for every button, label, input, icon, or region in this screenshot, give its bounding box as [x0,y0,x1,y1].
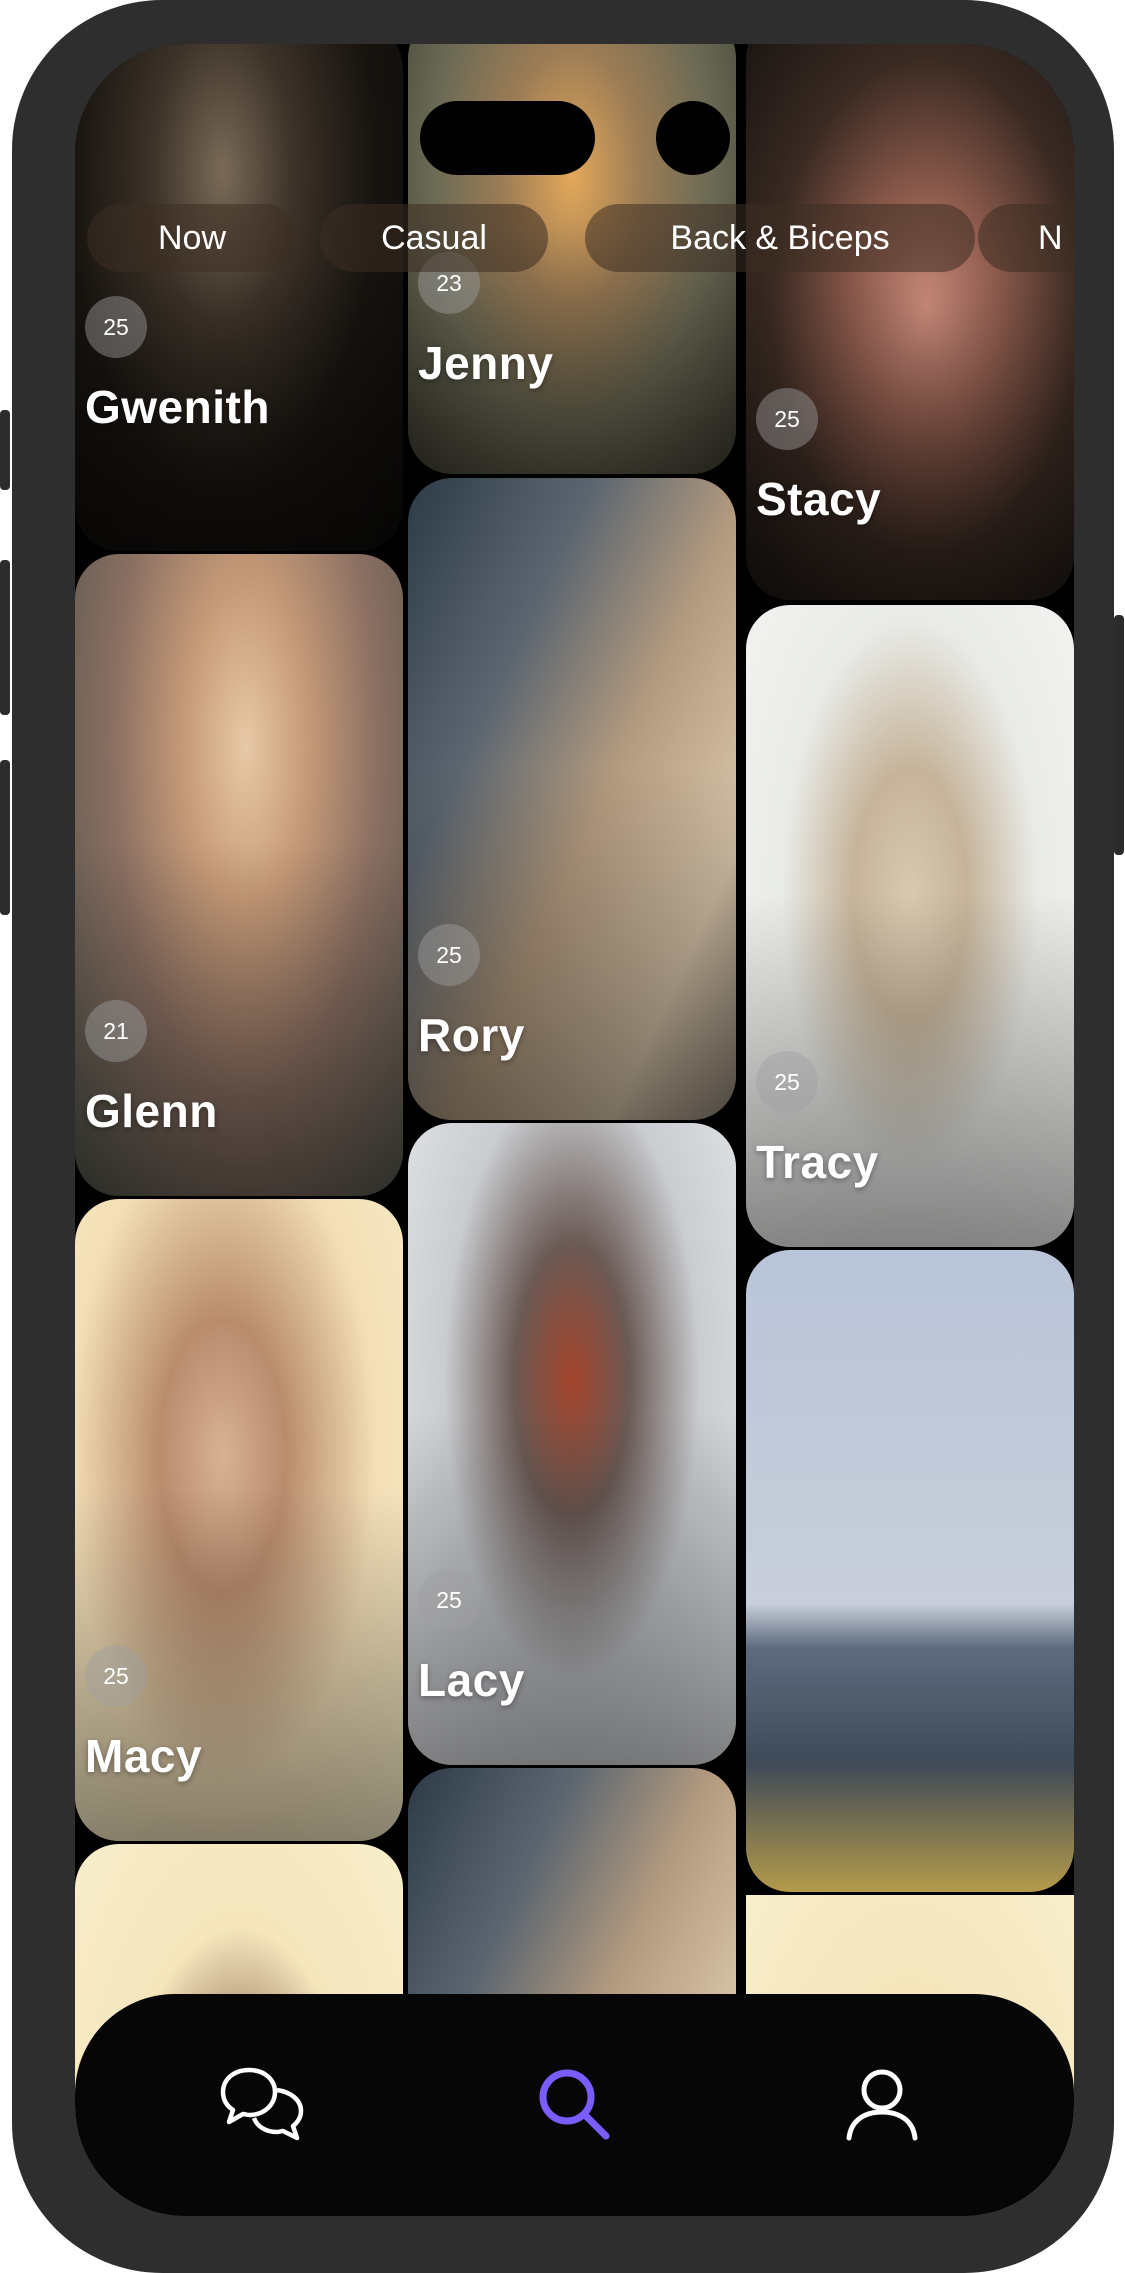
profile-card[interactable]: 25 Tracy [746,605,1074,1247]
user-icon [846,2069,918,2141]
age-badge: 25 [418,1569,480,1631]
filter-chip-now[interactable]: Now [87,204,297,272]
profile-name: Jenny [418,337,554,389]
profile-name: Rory [418,1009,525,1061]
profile-name: Lacy [418,1654,525,1706]
profile-card[interactable]: 25 Lacy [408,1123,736,1765]
power-button [1114,615,1124,855]
dynamic-island [420,101,730,175]
profile-name: Gwenith [85,381,270,433]
profile-card[interactable]: 25 Gwenith [75,44,403,551]
age-badge: 21 [85,1000,147,1062]
screen: 25 Gwenith 21 Glenn 25 Macy 23 Jenny 25 … [75,44,1074,2216]
profile-name: Tracy [756,1136,879,1188]
profile-card[interactable]: 25 Stacy [746,44,1074,600]
chat-bubbles-icon [220,2067,304,2141]
profile-name: Stacy [756,473,882,525]
profile-card[interactable] [746,1250,1074,1892]
nav-search-button[interactable] [519,2049,629,2159]
profile-card[interactable]: 25 Rory [408,478,736,1120]
camera-lens [656,101,730,175]
age-badge: 25 [418,924,480,986]
filter-chip-casual[interactable]: Casual [320,204,548,272]
profile-name: Glenn [85,1085,218,1137]
profile-name: Macy [85,1730,203,1782]
profile-card[interactable]: 25 Macy [75,1199,403,1841]
profile-photo [746,1250,1074,1892]
filter-chip-bar: Now Casual Back & Biceps N [75,204,1074,272]
phone-frame: 25 Gwenith 21 Glenn 25 Macy 23 Jenny 25 … [12,0,1114,2273]
search-icon [539,2069,610,2140]
volume-down-button [0,760,10,915]
filter-chip-back-biceps[interactable]: Back & Biceps [585,204,975,272]
bottom-navigation [75,1994,1074,2216]
age-badge: 25 [85,1645,147,1707]
profile-card[interactable]: 21 Glenn [75,554,403,1196]
age-badge: 25 [85,296,147,358]
action-button [0,410,10,490]
nav-chat-button[interactable] [207,2049,317,2159]
nav-profile-button[interactable] [827,2049,937,2159]
age-badge: 25 [756,1051,818,1113]
filter-chip-next[interactable]: N [978,204,1074,272]
age-badge: 25 [756,388,818,450]
volume-up-button [0,560,10,715]
